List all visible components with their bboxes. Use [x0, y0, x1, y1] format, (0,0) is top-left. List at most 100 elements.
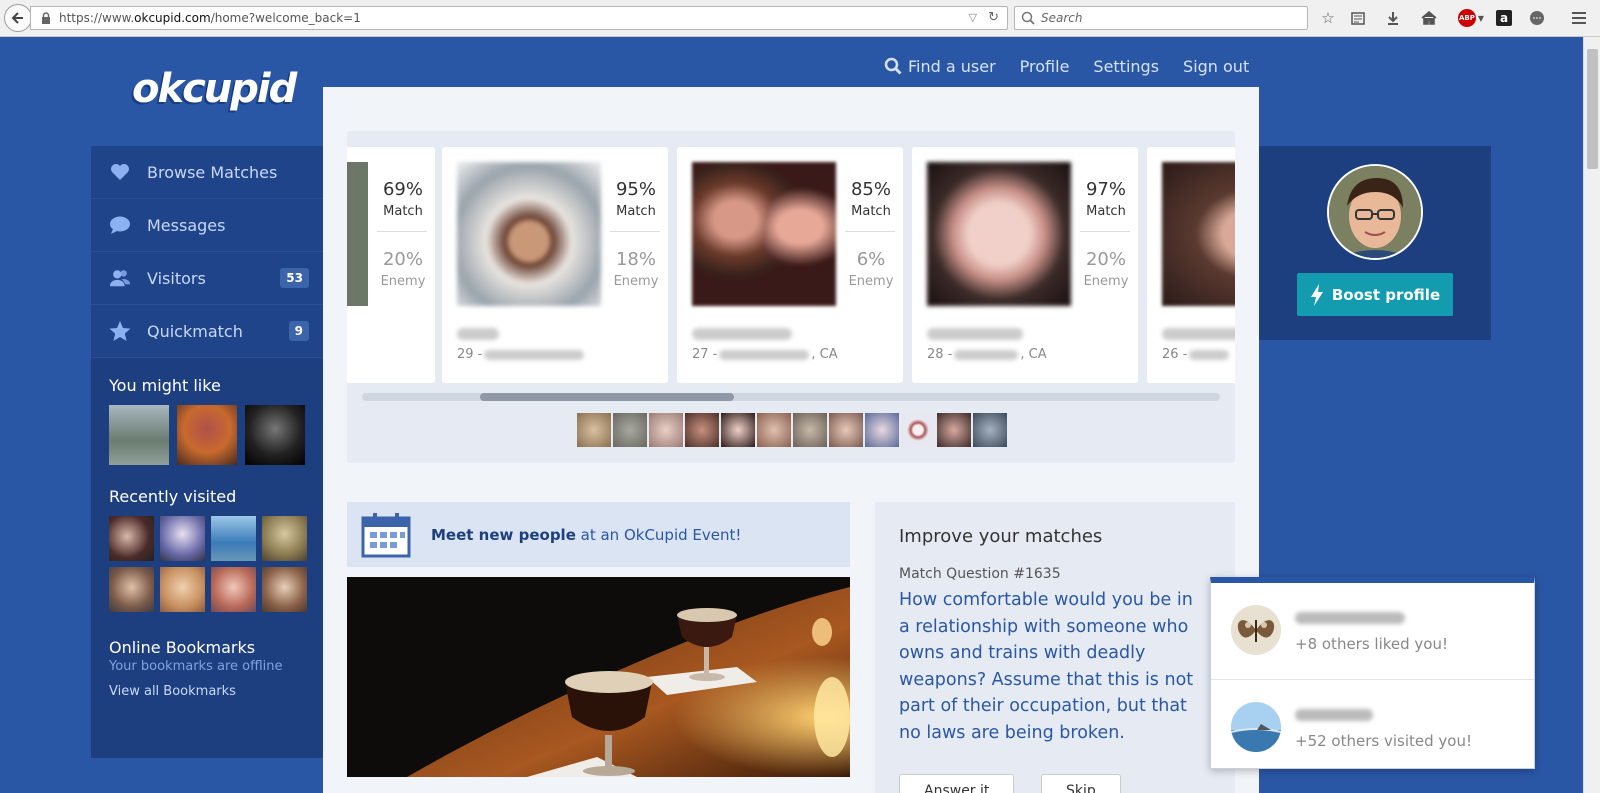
match-age: 27 -: [692, 347, 718, 362]
event-photo[interactable]: [347, 577, 850, 777]
suggested-user-photo[interactable]: [177, 405, 237, 465]
settings-link[interactable]: Settings: [1093, 57, 1159, 76]
match-percent: 95%: [615, 179, 656, 200]
notification-text: +52 others visited you!: [1295, 732, 1472, 750]
carousel-thumbnail[interactable]: [649, 413, 683, 447]
match-photo[interactable]: [347, 162, 368, 306]
carousel-thumbnail[interactable]: [613, 413, 647, 447]
carousel-thumbnail[interactable]: [973, 413, 1007, 447]
sidebar-item-browse-matches[interactable]: Browse Matches: [91, 146, 323, 199]
carousel-thumbnail[interactable]: [793, 413, 827, 447]
blurred-username: [1162, 328, 1235, 340]
sign-out-link[interactable]: Sign out: [1183, 57, 1249, 76]
carousel-thumbnail[interactable]: [937, 413, 971, 447]
match-percent: 97%: [1085, 179, 1126, 200]
carousel-scrollbar-thumb[interactable]: [480, 393, 734, 401]
sidebar-item-quickmatch[interactable]: Quickmatch 9: [91, 305, 323, 358]
card-divider: [845, 231, 895, 232]
sidebar-item-visitors[interactable]: Visitors 53: [91, 252, 323, 305]
page-scrollbar[interactable]: [1583, 37, 1600, 793]
recent-user-photo[interactable]: [160, 516, 205, 561]
match-photo[interactable]: [692, 162, 836, 306]
match-label: Match: [1086, 204, 1126, 219]
enemy-percent: 20%: [382, 249, 423, 270]
home-icon[interactable]: [1418, 8, 1440, 28]
search-icon: [1021, 11, 1035, 25]
notification-item-likes[interactable]: +8 others liked you!: [1211, 583, 1534, 679]
match-photo[interactable]: [927, 162, 1071, 306]
chat-extension-icon[interactable]: [1526, 8, 1548, 28]
download-icon[interactable]: [1382, 8, 1404, 28]
match-card[interactable]: 85% Match 6% Enemy 27 - , CA: [677, 147, 903, 383]
carousel-thumbnail[interactable]: [685, 413, 719, 447]
browser-toolbar: https://www.okcupid.com/home?welcome_bac…: [0, 0, 1600, 37]
find-user-link[interactable]: Find a user: [884, 57, 996, 76]
suggested-user-photo[interactable]: [109, 405, 169, 465]
match-label: Match: [851, 204, 891, 219]
reload-icon[interactable]: ↻: [988, 10, 999, 25]
sidebar-item-label: Quickmatch: [147, 321, 243, 341]
profile-link[interactable]: Profile: [1020, 57, 1070, 76]
match-photo[interactable]: [1162, 162, 1235, 306]
match-card[interactable]: 95% Match 18% Enemy 29 -: [442, 147, 668, 383]
recent-user-photo[interactable]: [109, 516, 154, 561]
amazon-icon[interactable]: a: [1493, 8, 1515, 28]
carousel-thumbnail[interactable]: [577, 413, 611, 447]
bookmark-star-icon[interactable]: ☆: [1317, 8, 1339, 28]
match-age: 28 -: [927, 347, 953, 362]
boost-profile-button[interactable]: Boost profile: [1297, 273, 1453, 316]
heart-icon: [109, 161, 131, 183]
match-age-location: 29 -: [457, 347, 586, 362]
recent-user-photo[interactable]: [109, 567, 154, 612]
match-photo[interactable]: [457, 162, 601, 306]
adblock-icon[interactable]: ABP ▼: [1455, 8, 1487, 28]
match-location: , CA: [1020, 347, 1047, 362]
carousel-thumbnail[interactable]: [829, 413, 863, 447]
browser-search-input[interactable]: Search: [1014, 6, 1308, 30]
url-bar[interactable]: https://www.okcupid.com/home?welcome_bac…: [30, 6, 1008, 30]
carousel-thumbnail[interactable]: [721, 413, 755, 447]
match-percent: 85%: [850, 179, 891, 200]
search-placeholder: Search: [1041, 11, 1083, 25]
answer-it-button[interactable]: Answer it: [899, 774, 1015, 793]
bookmarks-offline-text: Your bookmarks are offline: [109, 659, 283, 674]
carousel-thumbnail[interactable]: [865, 413, 899, 447]
search-icon: [884, 57, 902, 75]
card-divider: [610, 231, 660, 232]
blurred-username: [692, 328, 792, 340]
skip-button[interactable]: Skip: [1041, 774, 1121, 793]
recent-user-photo[interactable]: [262, 567, 307, 612]
event-banner[interactable]: Meet new people at an OkCupid Event!: [347, 502, 850, 567]
page-scrollbar-thumb[interactable]: [1587, 49, 1598, 169]
people-icon: [109, 267, 131, 289]
carousel-thumbnail[interactable]: [757, 413, 791, 447]
you-might-like-list: [109, 405, 323, 465]
match-card[interactable]: 69% Match 20% Enemy: [347, 147, 435, 383]
carousel-thumbnail[interactable]: [901, 413, 935, 447]
sidebar-item-label: Browse Matches: [147, 162, 278, 182]
recent-user-photo[interactable]: [211, 567, 256, 612]
carousel-scrollbar[interactable]: [362, 393, 1220, 401]
notification-item-visits[interactable]: +52 others visited you!: [1211, 679, 1534, 775]
suggested-user-photo[interactable]: [245, 405, 305, 465]
quickmatch-count-badge: 9: [288, 321, 309, 341]
top-nav: Find a user Profile Settings Sign out: [884, 52, 1249, 80]
url-dropdown-icon[interactable]: ▽: [969, 11, 977, 24]
recently-visited-heading: Recently visited: [109, 487, 237, 506]
recent-user-photo[interactable]: [160, 567, 205, 612]
enemy-percent: 18%: [615, 249, 656, 270]
reading-list-icon[interactable]: [1347, 8, 1369, 28]
match-card[interactable]: 97% Match 20% Enemy 28 - , CA: [912, 147, 1138, 383]
match-age-location: 27 - , CA: [692, 347, 838, 362]
recent-user-photo[interactable]: [262, 516, 307, 561]
back-button[interactable]: [4, 4, 32, 32]
menu-icon[interactable]: [1568, 8, 1590, 28]
okcupid-logo[interactable]: okcupid: [132, 66, 297, 112]
my-avatar[interactable]: [1327, 164, 1423, 260]
match-card[interactable]: 26 -: [1147, 147, 1235, 383]
view-all-bookmarks-link[interactable]: View all Bookmarks: [109, 684, 323, 699]
enemy-label: Enemy: [613, 274, 659, 289]
blurred-username: [1295, 612, 1405, 624]
sidebar-item-messages[interactable]: Messages: [91, 199, 323, 252]
recent-user-photo[interactable]: [211, 516, 256, 561]
